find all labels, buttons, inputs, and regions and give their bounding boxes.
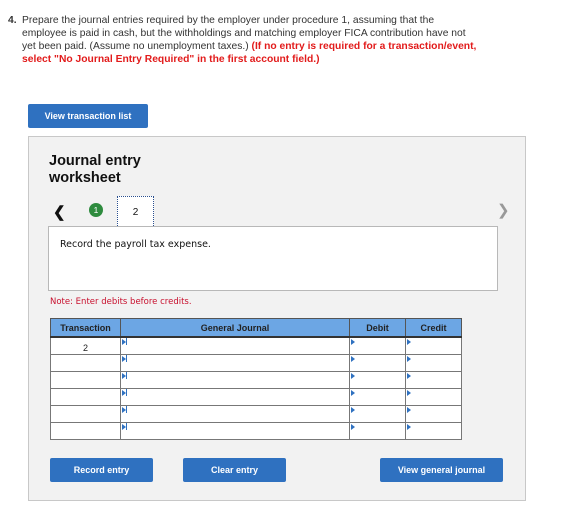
transaction-description-box: Record the payroll tax expense. <box>48 226 498 291</box>
general-journal-account-select[interactable] <box>120 354 350 372</box>
debit-input[interactable] <box>349 422 406 440</box>
debit-input[interactable] <box>349 336 406 355</box>
header-transaction: Transaction <box>50 318 121 338</box>
debit-input[interactable] <box>349 354 406 372</box>
step-1-completed[interactable]: 1 <box>89 203 103 217</box>
record-entry-button[interactable]: Record entry <box>50 458 153 482</box>
step-2-tab[interactable]: 2 <box>117 196 154 228</box>
credit-input-value[interactable] <box>406 372 461 388</box>
general-journal-account-select-value[interactable] <box>121 355 349 371</box>
header-credit: Credit <box>405 318 462 338</box>
debit-input-value[interactable] <box>350 372 405 388</box>
debit-input-value[interactable] <box>350 355 405 371</box>
worksheet-title-line1: Journal entry <box>49 153 141 169</box>
worksheet-title-line2: worksheet <box>49 170 121 186</box>
transaction-number <box>51 389 120 394</box>
transaction-cell <box>50 388 121 406</box>
table-row <box>50 371 462 389</box>
transaction-cell <box>50 354 121 372</box>
transaction-number <box>51 406 120 411</box>
debit-input-value[interactable] <box>350 423 405 439</box>
general-journal-account-select[interactable] <box>120 388 350 406</box>
credit-input-value[interactable] <box>406 423 461 439</box>
debit-input[interactable] <box>349 388 406 406</box>
debit-input[interactable] <box>349 405 406 423</box>
question-body: Prepare the journal entries required by … <box>22 14 478 66</box>
general-journal-account-select-value[interactable] <box>121 389 349 405</box>
table-row <box>50 354 462 372</box>
table-row <box>50 405 462 423</box>
header-general-journal: General Journal <box>120 318 350 338</box>
transaction-cell <box>50 405 121 423</box>
credit-input-value[interactable] <box>406 406 461 422</box>
general-journal-account-select[interactable] <box>120 422 350 440</box>
general-journal-account-select[interactable] <box>120 405 350 423</box>
debit-input-value[interactable] <box>350 389 405 405</box>
transaction-description: Record the payroll tax expense. <box>60 239 211 250</box>
general-journal-account-select-value[interactable] <box>121 338 349 354</box>
credit-input[interactable] <box>405 422 462 440</box>
credit-input[interactable] <box>405 405 462 423</box>
header-debit: Debit <box>349 318 406 338</box>
general-journal-account-select-value[interactable] <box>121 406 349 422</box>
credit-input-value[interactable] <box>406 355 461 371</box>
general-journal-account-select[interactable] <box>120 336 350 355</box>
general-journal-account-select-value[interactable] <box>121 423 349 439</box>
transaction-cell: 2 <box>50 336 121 355</box>
question-number: 4. <box>8 15 17 26</box>
table-row: 2 <box>50 336 462 355</box>
transaction-number: 2 <box>82 343 88 353</box>
credit-input-value[interactable] <box>406 389 461 405</box>
credit-input[interactable] <box>405 354 462 372</box>
transaction-number <box>51 355 120 360</box>
credit-input-value[interactable] <box>406 338 461 354</box>
clear-entry-button[interactable]: Clear entry <box>183 458 286 482</box>
transaction-number <box>51 423 120 428</box>
credit-input[interactable] <box>405 336 462 355</box>
worksheet-title: Journal entry worksheet <box>49 153 141 187</box>
transaction-cell <box>50 371 121 389</box>
chevron-right-icon[interactable]: ❯ <box>497 201 510 219</box>
credit-input[interactable] <box>405 388 462 406</box>
table-row <box>50 388 462 406</box>
question: 4. Prepare the journal entries required … <box>8 14 478 66</box>
table-header-row: Transaction General Journal Debit Credit <box>50 318 462 338</box>
chevron-left-icon[interactable]: ❮ <box>53 203 66 221</box>
debits-credits-note: Note: Enter debits before credits. <box>50 297 192 307</box>
journal-entry-table: Transaction General Journal Debit Credit… <box>50 318 462 440</box>
transaction-number <box>51 372 120 377</box>
general-journal-account-select[interactable] <box>120 371 350 389</box>
view-transaction-list-button[interactable]: View transaction list <box>28 104 148 128</box>
table-row <box>50 422 462 440</box>
journal-entry-worksheet-panel: Journal entry worksheet ❮ 1 2 ❯ Record t… <box>28 136 526 501</box>
debit-input[interactable] <box>349 371 406 389</box>
debit-input-value[interactable] <box>350 406 405 422</box>
credit-input[interactable] <box>405 371 462 389</box>
debit-input-value[interactable] <box>350 338 405 354</box>
general-journal-account-select-value[interactable] <box>121 372 349 388</box>
view-general-journal-button[interactable]: View general journal <box>380 458 503 482</box>
transaction-cell <box>50 422 121 440</box>
